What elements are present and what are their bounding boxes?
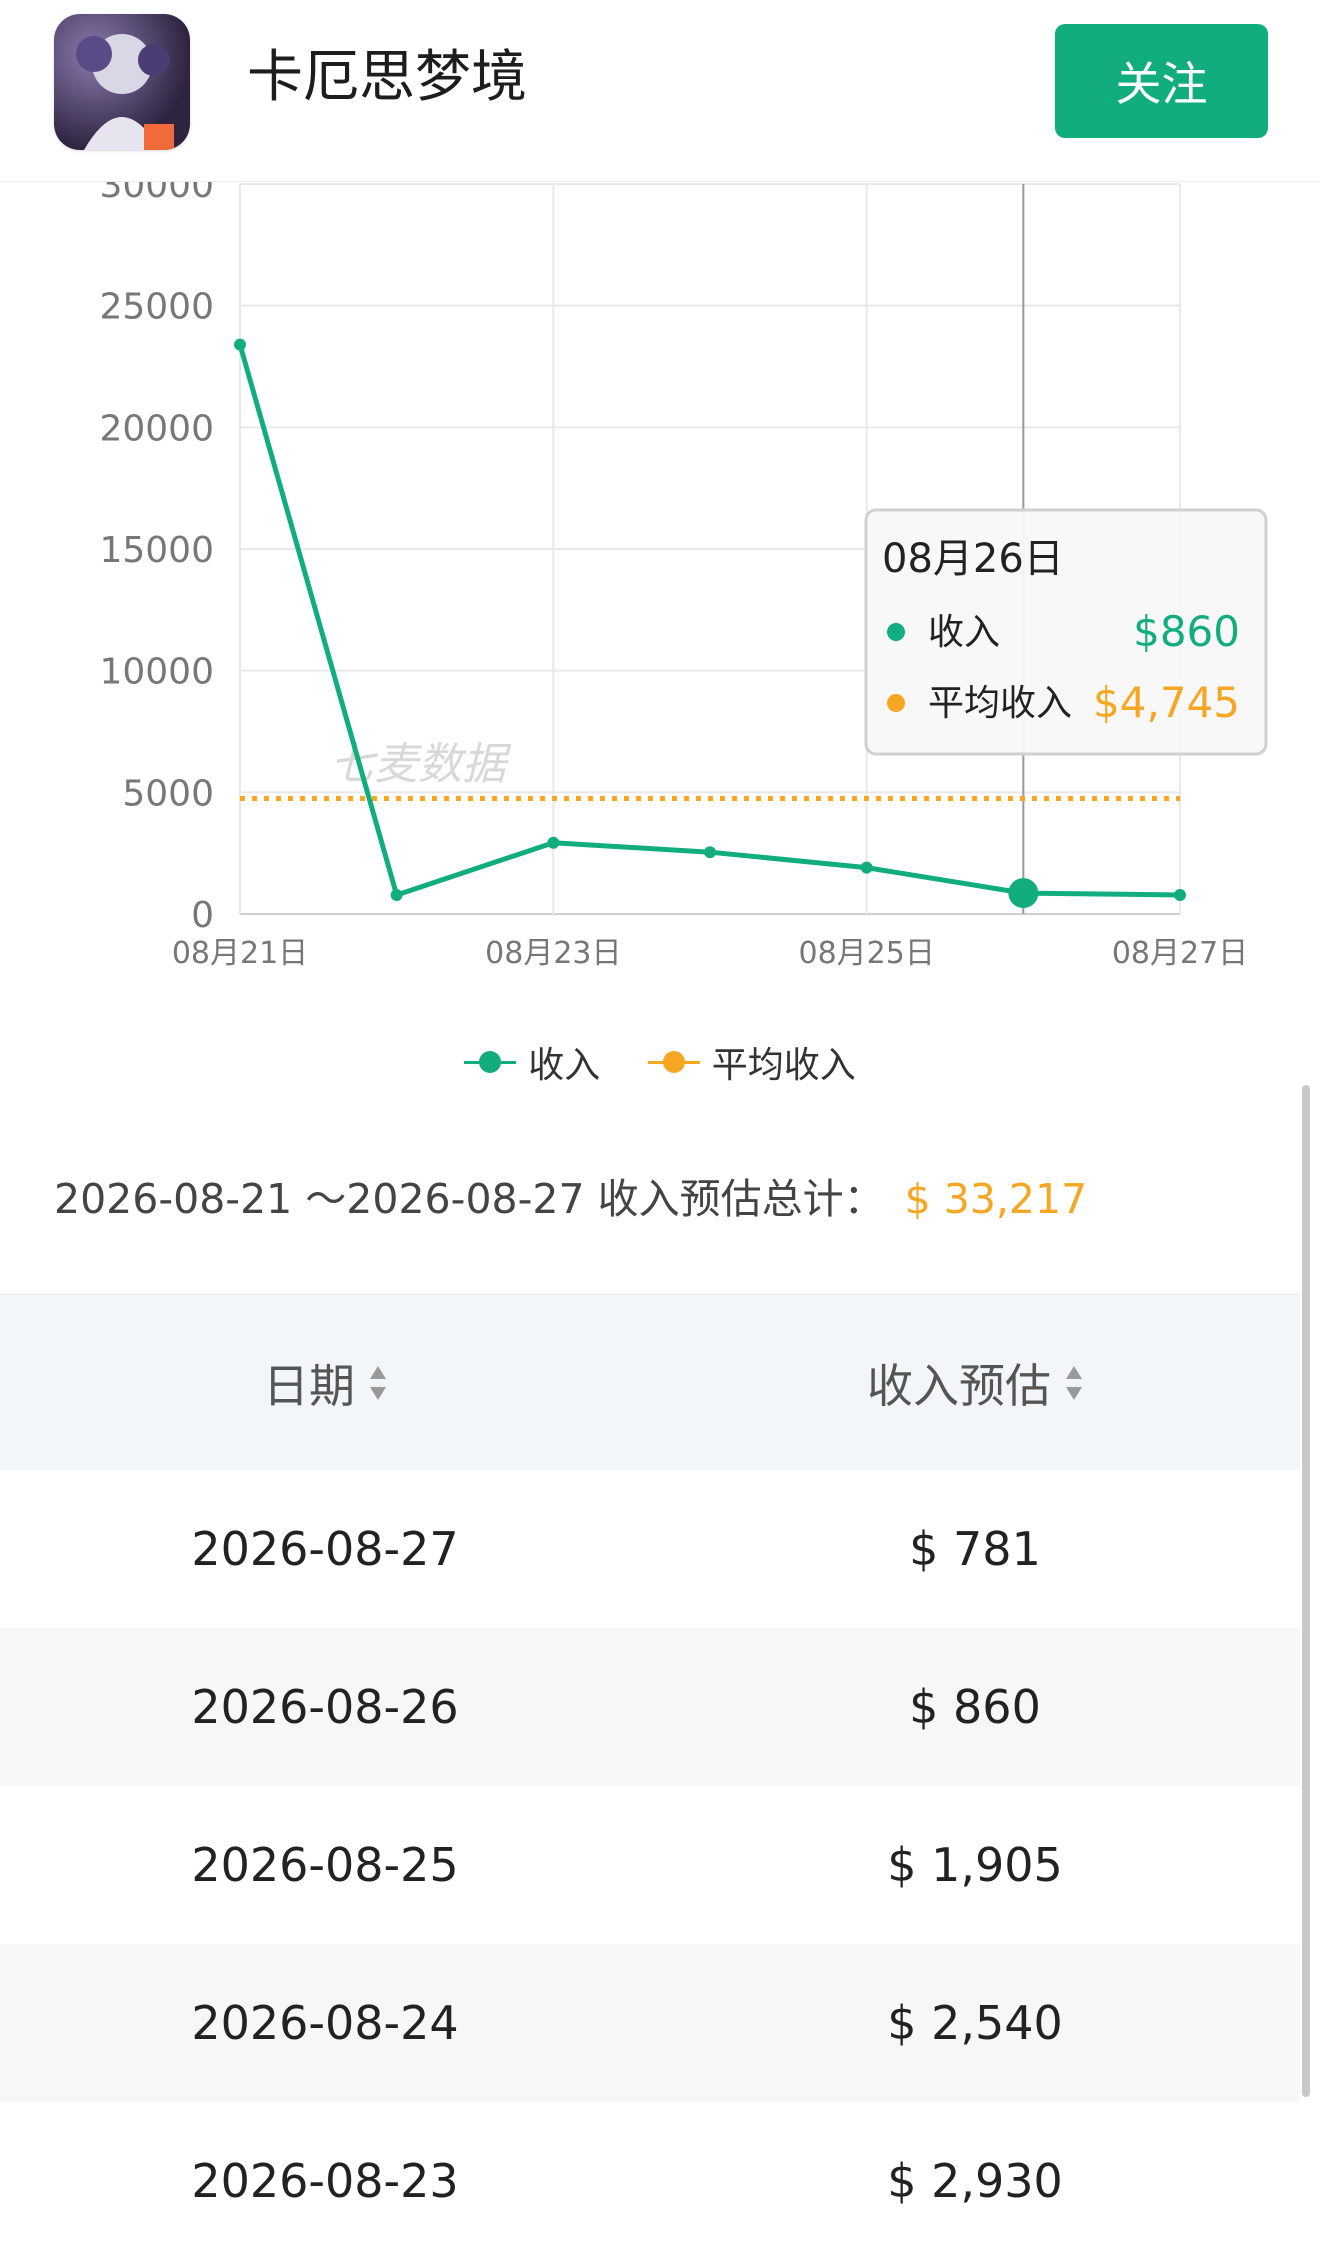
revenue-line-chart: 0 5000 10000 15000 20000 25000 30000 08月21日 08月2… [99,182,1268,971]
cell-date: 2026-08-24 [191,1996,459,2050]
legend-label-average: 平均收入 [711,1045,856,1086]
column-header-date[interactable]: 日期 [0,1350,650,1416]
data-point [1008,878,1039,909]
table-row: 2026-08-23 $ 2,930 [0,2102,1300,2260]
y-tick-label: 15000 [99,530,214,571]
cell-date: 2026-08-27 [191,1522,459,1576]
x-tick-label: 08月27日 [1112,936,1248,971]
data-point [704,846,716,859]
y-tick-label: 25000 [99,287,214,328]
tooltip-value: $4,745 [1093,678,1240,727]
app-icon-art [76,34,174,150]
x-tick-label: 08月23日 [485,936,621,971]
column-header-revenue[interactable]: 收入预估 [650,1350,1300,1416]
summary-range-text: 2026-08-21 ～2026-08-27 收入预估总计： [54,1175,885,1223]
column-header-revenue-label: 收入预估 [867,1358,1051,1413]
chart-tooltip: 08月26日收入 $860 平均收入 $4,745 [864,508,1268,756]
legend-item-revenue[interactable]: 收入 [464,1036,600,1088]
app-title: 卡厄思梦境 [247,45,527,110]
column-header-date-label: 日期 [263,1358,355,1413]
tooltip-title: 08月26日 [882,536,1064,582]
cell-revenue: $ 781 [909,1522,1041,1576]
y-tick-label: 5000 [122,773,214,814]
data-point [234,338,246,351]
table-row: 2026-08-27 $ 781 [0,1470,1300,1628]
tooltip-label: 平均收入 [928,683,1072,724]
tooltip-marker [887,623,905,641]
legend-item-average[interactable]: 平均收入 [647,1036,856,1088]
revenue-summary: 2026-08-21 ～2026-08-27 收入预估总计： $ 33,217 [54,1165,1087,1225]
revenue-table: 日期 收入预估 2026-08-27 $ 781 2026-08-26 $ 86… [0,1294,1300,2260]
cell-revenue: $ 2,540 [887,1996,1063,2050]
sort-icon[interactable] [1065,1364,1083,1402]
cell-date: 2026-08-23 [191,2154,459,2208]
app-header: 卡厄思梦境 关注 [0,0,1320,182]
cell-revenue: $ 2,930 [887,2154,1063,2208]
chart-legend: 收入 平均收入 [0,1036,1320,1088]
table-row: 2026-08-24 $ 2,540 [0,1944,1300,2102]
legend-label-revenue: 收入 [528,1045,601,1086]
cell-date: 2026-08-26 [191,1680,459,1734]
x-tick-label: 08月25日 [798,936,934,971]
tooltip-marker [887,694,905,712]
table-body: 2026-08-27 $ 781 2026-08-26 $ 860 2026-0… [0,1470,1300,2260]
page-scrollbar[interactable] [1302,1085,1310,2097]
y-tick-label: 10000 [99,652,214,693]
table-row: 2026-08-25 $ 1,905 [0,1786,1300,1944]
sort-icon[interactable] [369,1364,387,1402]
y-tick-label: 20000 [99,408,214,449]
data-point [860,861,873,874]
y-tick-label: 30000 [99,182,214,206]
data-point [1174,888,1186,901]
follow-button[interactable]: 关注 [1055,24,1268,138]
cell-revenue: $ 860 [909,1680,1041,1734]
tooltip-label: 收入 [928,612,1000,653]
cell-revenue: $ 1,905 [887,1838,1063,1892]
tooltip-value: $860 [1133,607,1240,656]
cell-date: 2026-08-25 [191,1838,459,1892]
summary-total: $ 33,217 [904,1175,1088,1223]
legend-marker-revenue [464,1050,517,1074]
app-icon[interactable] [54,14,190,150]
table-header: 日期 收入预估 [0,1294,1300,1470]
y-tick-label: 0 [191,895,214,936]
data-point [547,836,560,849]
table-row: 2026-08-26 $ 860 [0,1628,1300,1786]
x-tick-label: 08月21日 [172,936,308,971]
legend-marker-average [647,1050,700,1074]
data-point [390,889,403,902]
